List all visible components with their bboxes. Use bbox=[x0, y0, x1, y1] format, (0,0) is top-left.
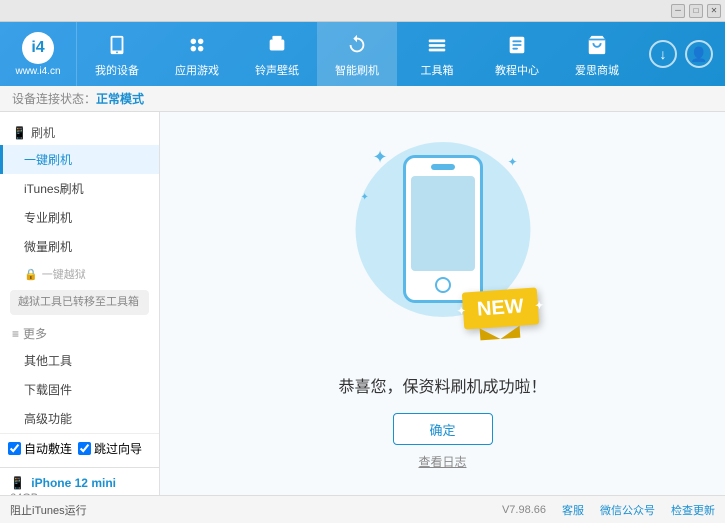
star-right-icon: ✦ bbox=[535, 300, 544, 312]
minimize-button[interactable]: － bbox=[671, 4, 685, 18]
shop-icon bbox=[583, 31, 611, 59]
phone-body bbox=[403, 155, 483, 303]
account-button[interactable]: 👤 bbox=[685, 40, 713, 68]
sidebar-group-flash: 📱 刷机 bbox=[0, 118, 159, 145]
device-name: 📱 iPhone 12 mini bbox=[10, 476, 149, 490]
device-phone-icon: 📱 bbox=[10, 476, 25, 490]
status-value: 正常模式 bbox=[96, 90, 144, 107]
nav-item-toolbox[interactable]: 工具箱 bbox=[397, 22, 477, 86]
main-area: 📱 刷机 一键刷机 iTunes刷机 专业刷机 微量刷机 🔒 一键越狱 越狱工具… bbox=[0, 112, 725, 495]
sidebar-item-download-firmware[interactable]: 下载固件 bbox=[0, 375, 159, 404]
nav-label-toolbox: 工具箱 bbox=[421, 62, 454, 78]
new-badge-wrapper: ✦ NEW ✦ bbox=[463, 290, 538, 339]
bars-icon: ≡ bbox=[12, 327, 19, 341]
badge-tail bbox=[480, 326, 521, 341]
content-area: ✦ ✦ ✦ ✦ NEW ✦ 恭喜您，保资料刷机成功啦！ bbox=[160, 112, 725, 495]
maximize-button[interactable]: □ bbox=[689, 4, 703, 18]
nav-bar: 我的设备 应用游戏 铃声壁纸 智能刷机 工具箱 bbox=[77, 22, 637, 86]
star-left-icon: ✦ bbox=[457, 305, 466, 317]
nav-item-ringtones[interactable]: 铃声壁纸 bbox=[237, 22, 317, 86]
logo-icon: i4 bbox=[22, 32, 54, 64]
phone-home-button bbox=[435, 277, 451, 293]
nav-item-tutorials[interactable]: 教程中心 bbox=[477, 22, 557, 86]
sidebar-group-more: ≡ 更多 bbox=[0, 319, 159, 346]
lock-icon: 🔒 bbox=[24, 268, 38, 281]
sidebar-item-pro-flash[interactable]: 专业刷机 bbox=[0, 203, 159, 232]
check-update-link[interactable]: 检查更新 bbox=[671, 502, 715, 518]
book-icon bbox=[503, 31, 531, 59]
sidebar-item-itunes-flash[interactable]: iTunes刷机 bbox=[0, 174, 159, 203]
music-icon bbox=[263, 31, 291, 59]
new-badge: ✦ NEW ✦ bbox=[462, 287, 539, 329]
nav-label-my-device: 我的设备 bbox=[95, 62, 139, 78]
nav-label-ringtones: 铃声壁纸 bbox=[255, 62, 299, 78]
header: i4 www.i4.cn 我的设备 应用游戏 铃声壁纸 bbox=[0, 22, 725, 86]
device-storage: 64GB bbox=[10, 492, 149, 495]
view-log-link[interactable]: 查看日志 bbox=[418, 453, 466, 470]
wechat-link[interactable]: 微信公众号 bbox=[600, 502, 655, 518]
nav-item-my-device[interactable]: 我的设备 bbox=[77, 22, 157, 86]
skip-wizard-input[interactable] bbox=[78, 442, 91, 455]
footer-left: 阻止iTunes运行 bbox=[10, 502, 502, 518]
window-controls: － □ ✕ bbox=[671, 4, 721, 18]
tools-icon bbox=[423, 31, 451, 59]
phone-speaker bbox=[431, 164, 455, 170]
nav-item-store[interactable]: 爱思商城 bbox=[557, 22, 637, 86]
version-label: V7.98.66 bbox=[502, 504, 546, 516]
sidebar: 📱 刷机 一键刷机 iTunes刷机 专业刷机 微量刷机 🔒 一键越狱 越狱工具… bbox=[0, 112, 160, 495]
sidebar-notice-jailbreak: 越狱工具已转移至工具箱 bbox=[10, 290, 149, 315]
phone-small-icon: 📱 bbox=[12, 126, 27, 140]
sparkle-left-icon: ✦ bbox=[373, 147, 388, 168]
apps-icon bbox=[183, 31, 211, 59]
confirm-button[interactable]: 确定 bbox=[393, 413, 493, 445]
nav-label-store: 爱思商城 bbox=[575, 62, 619, 78]
auto-connect-input[interactable] bbox=[8, 442, 21, 455]
header-right-buttons: ↓ 👤 bbox=[637, 40, 725, 68]
device-info: 📱 iPhone 12 mini 64GB Down-12mini-13,1 bbox=[0, 467, 159, 495]
sidebar-item-one-click-jailbreak: 🔒 一键越狱 bbox=[0, 261, 159, 286]
close-button[interactable]: ✕ bbox=[707, 4, 721, 18]
refresh-icon bbox=[343, 31, 371, 59]
phone-illustration: ✦ ✦ ✦ ✦ NEW ✦ bbox=[343, 137, 543, 357]
sidebar-item-advanced[interactable]: 高级功能 bbox=[0, 404, 159, 433]
sparkle-right-icon: ✦ bbox=[507, 155, 517, 169]
sidebar-item-one-click-flash[interactable]: 一键刷机 bbox=[0, 145, 159, 174]
nav-label-apps-games: 应用游戏 bbox=[175, 62, 219, 78]
auto-connect-checkbox[interactable]: 自动敷连 bbox=[8, 440, 72, 457]
footer-right: V7.98.66 客服 微信公众号 检查更新 bbox=[502, 502, 715, 518]
status-label: 设备连接状态： bbox=[12, 90, 96, 107]
phone-icon bbox=[103, 31, 131, 59]
support-link[interactable]: 客服 bbox=[562, 502, 584, 518]
phone-screen bbox=[411, 176, 475, 271]
logo-url: www.i4.cn bbox=[15, 66, 60, 77]
footer-bar: 阻止iTunes运行 V7.98.66 客服 微信公众号 检查更新 bbox=[0, 495, 725, 523]
sidebar-item-other-tools[interactable]: 其他工具 bbox=[0, 346, 159, 375]
sidebar-item-micro-flash[interactable]: 微量刷机 bbox=[0, 232, 159, 261]
titlebar: － □ ✕ bbox=[0, 0, 725, 22]
nav-label-smart-flash: 智能刷机 bbox=[335, 62, 379, 78]
nav-label-tutorials: 教程中心 bbox=[495, 62, 539, 78]
sparkle-small-icon: ✦ bbox=[361, 192, 369, 203]
status-bar: 设备连接状态： 正常模式 bbox=[0, 86, 725, 112]
download-button[interactable]: ↓ bbox=[649, 40, 677, 68]
nav-item-apps-games[interactable]: 应用游戏 bbox=[157, 22, 237, 86]
sidebar-group-flash-label: 刷机 bbox=[31, 124, 55, 141]
skip-wizard-checkbox[interactable]: 跳过向导 bbox=[78, 440, 142, 457]
nav-item-smart-flash[interactable]: 智能刷机 bbox=[317, 22, 397, 86]
success-message: 恭喜您，保资料刷机成功啦！ bbox=[338, 373, 546, 397]
stop-itunes-label: 阻止iTunes运行 bbox=[10, 502, 87, 518]
logo-area[interactable]: i4 www.i4.cn bbox=[0, 22, 77, 86]
